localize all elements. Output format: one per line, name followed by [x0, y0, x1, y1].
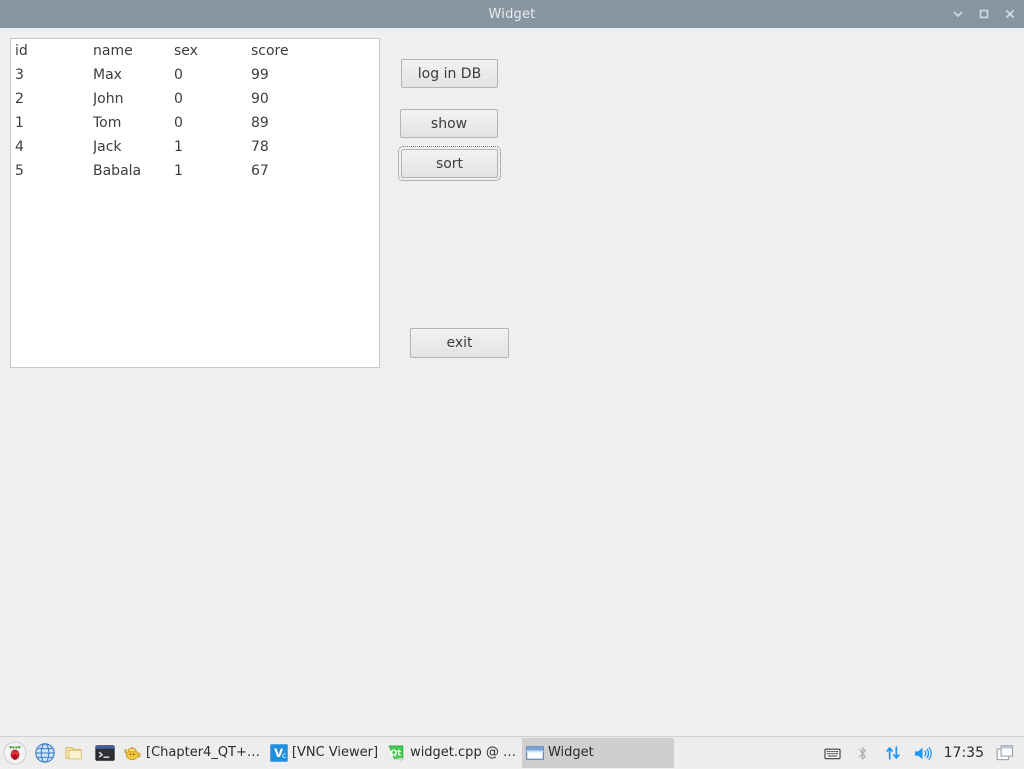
- cell-sex: 0: [174, 91, 183, 107]
- keyboard-icon[interactable]: [818, 738, 848, 768]
- cell-name: Jack: [93, 139, 122, 155]
- taskbar-window-widget[interactable]: Widget: [521, 737, 674, 768]
- cell-id: 5: [15, 163, 24, 179]
- minimize-button[interactable]: [950, 6, 966, 22]
- cell-name: Max: [93, 67, 122, 83]
- window-title: Widget: [488, 6, 536, 22]
- taskbar-window-chapter4[interactable]: [Chapter4_QT+…: [120, 738, 266, 768]
- taskbar-window-label: [VNC Viewer]: [291, 745, 379, 760]
- table-row[interactable]: 1 Tom 0 89: [11, 111, 379, 135]
- system-tray: 17:35: [818, 737, 1024, 769]
- teapot-icon: [122, 742, 144, 764]
- cell-sex: 0: [174, 115, 183, 131]
- window-icon: [524, 742, 546, 764]
- qt-icon: Qt: [386, 742, 408, 764]
- bluetooth-icon[interactable]: [848, 738, 878, 768]
- column-header-name: name: [93, 43, 133, 59]
- table-row[interactable]: 5 Babala 1 67: [11, 159, 379, 183]
- show-button[interactable]: show: [400, 109, 498, 138]
- taskbar-window-label: Widget: [547, 745, 594, 760]
- file-manager-icon[interactable]: [60, 738, 90, 768]
- window-controls: [950, 0, 1018, 28]
- taskbar-window-label: widget.cpp @ …: [410, 745, 516, 760]
- window-titlebar[interactable]: Widget: [0, 0, 1024, 28]
- volume-icon[interactable]: [908, 738, 938, 768]
- maximize-button[interactable]: [976, 6, 992, 22]
- records-table-panel[interactable]: id name sex score 3 Max 0 99 2 John 0 90: [10, 38, 380, 368]
- table-row[interactable]: 4 Jack 1 78: [11, 135, 379, 159]
- clock[interactable]: 17:35: [938, 745, 990, 761]
- close-button[interactable]: [1002, 6, 1018, 22]
- sort-button[interactable]: sort: [398, 146, 501, 181]
- column-header-id: id: [15, 43, 28, 59]
- table-header-row: id name sex score: [11, 39, 379, 63]
- log-in-db-button[interactable]: log in DB: [401, 59, 498, 88]
- cell-score: 99: [251, 67, 269, 83]
- cell-score: 89: [251, 115, 269, 131]
- taskbar-window-widget-cpp[interactable]: Qt widget.cpp @ …: [384, 738, 522, 768]
- cell-sex: 1: [174, 163, 183, 179]
- raspberry-menu-icon[interactable]: [0, 738, 30, 768]
- cell-id: 2: [15, 91, 24, 107]
- web-browser-icon[interactable]: [30, 738, 60, 768]
- cell-sex: 0: [174, 67, 183, 83]
- cell-score: 78: [251, 139, 269, 155]
- cell-score: 67: [251, 163, 269, 179]
- cell-name: John: [93, 91, 124, 107]
- vnc-icon: V c: [268, 742, 290, 764]
- column-header-score: score: [251, 43, 289, 59]
- svg-text:c: c: [282, 751, 286, 760]
- app-client-area: id name sex score 3 Max 0 99 2 John 0 90: [0, 28, 1024, 736]
- cell-id: 4: [15, 139, 24, 155]
- show-desktop-icon[interactable]: [990, 738, 1020, 768]
- records-table: id name sex score 3 Max 0 99 2 John 0 90: [11, 39, 379, 183]
- cell-score: 90: [251, 91, 269, 107]
- svg-text:Qt: Qt: [390, 747, 401, 757]
- cell-id: 3: [15, 67, 24, 83]
- cell-id: 1: [15, 115, 24, 131]
- network-icon[interactable]: [878, 738, 908, 768]
- exit-button[interactable]: exit: [410, 328, 509, 358]
- cell-name: Babala: [93, 163, 142, 179]
- table-row[interactable]: 2 John 0 90: [11, 87, 379, 111]
- taskbar-window-label: [Chapter4_QT+…: [146, 745, 260, 760]
- cell-name: Tom: [93, 115, 122, 131]
- taskbar: [Chapter4_QT+… V c [VNC Viewer] Qt widge…: [0, 736, 1024, 768]
- taskbar-window-vnc-viewer[interactable]: V c [VNC Viewer]: [266, 738, 384, 768]
- column-header-sex: sex: [174, 43, 198, 59]
- table-row[interactable]: 3 Max 0 99: [11, 63, 379, 87]
- cell-sex: 1: [174, 139, 183, 155]
- terminal-icon[interactable]: [90, 738, 120, 768]
